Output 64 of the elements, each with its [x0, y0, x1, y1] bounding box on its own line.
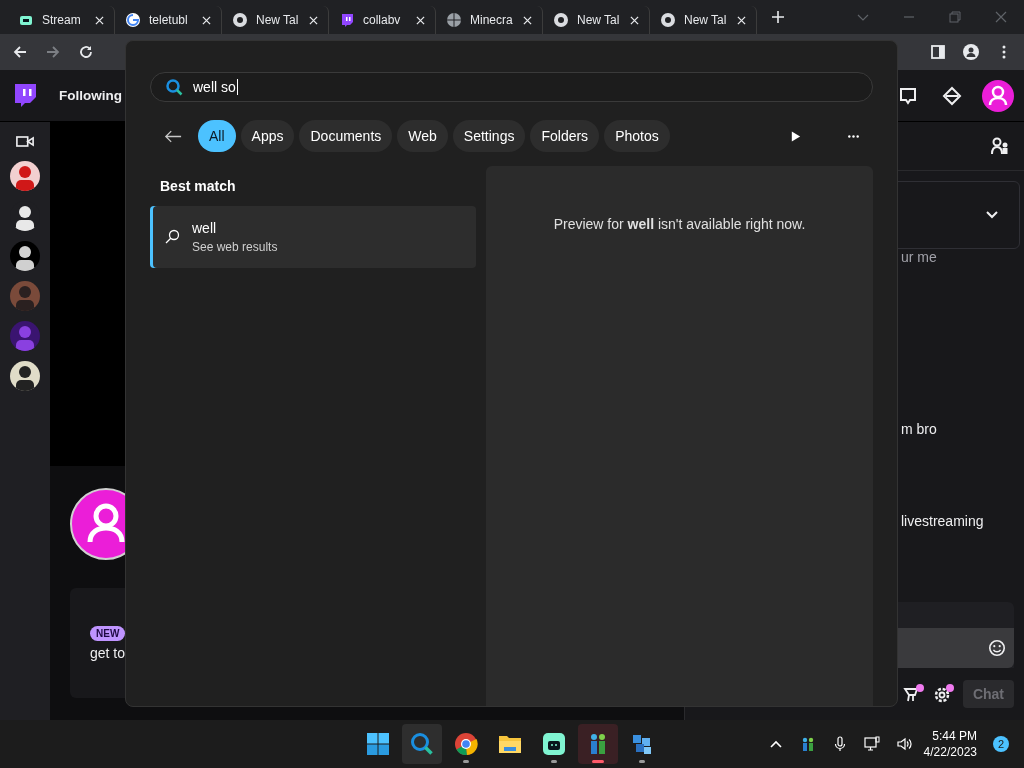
- new-tab-icon[interactable]: [771, 10, 785, 24]
- chat-message: livestreaming: [901, 513, 984, 529]
- tab-title: New Tal: [577, 13, 621, 27]
- globe-icon: [446, 12, 462, 28]
- profile-icon[interactable]: [963, 44, 979, 60]
- tab-title: New Tal: [256, 13, 300, 27]
- start-icon: [366, 732, 390, 756]
- card-text: get to: [90, 644, 127, 661]
- tab-title: teletubl: [149, 13, 189, 27]
- twitch-icon: [339, 12, 355, 28]
- twitch-logo-icon[interactable]: [13, 82, 37, 109]
- avatar-icon[interactable]: [982, 79, 1014, 112]
- filter-chip[interactable]: Photos: [604, 120, 670, 152]
- back-icon[interactable]: [12, 44, 28, 60]
- search-icon: [410, 732, 434, 756]
- search-icon: [165, 78, 183, 96]
- search-icon: [164, 229, 180, 245]
- settings-icon[interactable]: [932, 684, 955, 704]
- new-badge: NEW: [90, 625, 126, 641]
- result-subtitle: See web results: [192, 240, 278, 254]
- notification-badge[interactable]: 2: [993, 736, 1009, 752]
- filter-chip[interactable]: Documents: [299, 120, 393, 152]
- filter-chip[interactable]: Web: [397, 120, 448, 152]
- search-result[interactable]: well See web results: [150, 206, 476, 268]
- filter-chip[interactable]: Apps: [240, 120, 295, 152]
- preview-message: Preview for well isn't available right now.: [553, 216, 806, 234]
- tab-title: New Tal: [684, 13, 728, 27]
- chrome-icon: [454, 732, 478, 756]
- tab-title: collabv: [363, 13, 402, 27]
- robot-icon: [542, 732, 566, 756]
- tab-title: Stream: [42, 13, 82, 27]
- camera-icon: [16, 134, 34, 149]
- google-icon: [125, 12, 141, 28]
- result-title: well: [192, 220, 218, 236]
- forward-icon[interactable]: [45, 44, 61, 60]
- filter-chip[interactable]: Settings: [452, 120, 526, 152]
- taskbar-button[interactable]: [578, 724, 618, 764]
- cart-icon[interactable]: [902, 684, 925, 704]
- clock-date[interactable]: 4/22/2023: [923, 745, 977, 759]
- back-icon[interactable]: [164, 128, 182, 144]
- reload-icon[interactable]: [78, 44, 94, 60]
- chat-message: ur me: [901, 249, 937, 265]
- users-icon[interactable]: [990, 136, 1010, 156]
- chevron-down-icon: [985, 210, 999, 220]
- search-field[interactable]: well so: [150, 72, 873, 102]
- play-icon[interactable]: [789, 129, 802, 143]
- sidebar-icon[interactable]: [930, 44, 946, 60]
- diamond-icon[interactable]: [942, 85, 962, 106]
- clock-time[interactable]: 5:44 PM: [932, 729, 977, 743]
- chrome-icon: [660, 12, 676, 28]
- speaker-icon[interactable]: [895, 736, 912, 752]
- section-heading: Best match: [160, 178, 237, 194]
- chrome-icon: [232, 12, 248, 28]
- filter-chip[interactable]: All: [198, 120, 236, 152]
- chrome-icon: [553, 12, 569, 28]
- smiley-icon[interactable]: [988, 639, 1006, 657]
- filter-chip[interactable]: Folders: [530, 120, 600, 152]
- tab-title: Minecra: [470, 13, 514, 27]
- network-icon[interactable]: [863, 736, 880, 752]
- following-link[interactable]: Following: [59, 88, 122, 103]
- cubes-icon: [630, 732, 654, 756]
- search-query: well so: [193, 79, 236, 95]
- chat-message: m bro: [901, 421, 937, 437]
- chat-bubble-icon[interactable]: [898, 85, 918, 106]
